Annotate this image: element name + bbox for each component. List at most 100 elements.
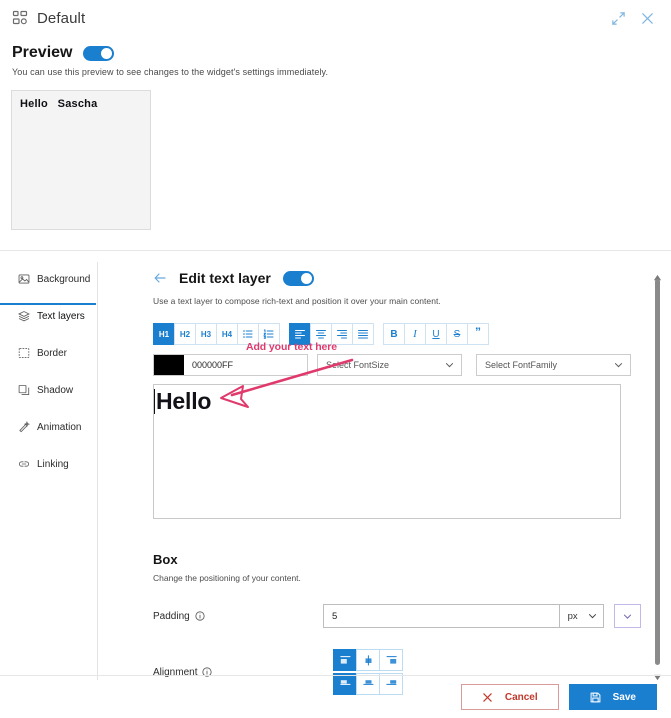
align-center-icon[interactable] <box>310 323 332 345</box>
fontfamily-select-label: Select FontFamily <box>485 360 558 370</box>
sidebar-item-label: Shadow <box>37 384 74 396</box>
align-justify-icon[interactable] <box>352 323 374 345</box>
padding-input[interactable]: 5 <box>322 604 559 628</box>
preview-canvas: Hello Sascha <box>11 90 151 230</box>
preview-header: Preview <box>12 44 115 62</box>
text-layers-icon <box>18 310 30 322</box>
padding-label: Padding <box>153 611 323 622</box>
box-alignment-row-1 <box>333 649 403 671</box>
sidebar-item-linking[interactable]: Linking <box>0 450 97 478</box>
settings-sidebar: Background Text layers Border Shadow Ani… <box>0 265 97 478</box>
format-button-group: B I U S ” <box>383 323 489 345</box>
back-arrow-icon[interactable] <box>153 271 167 285</box>
underline-button[interactable]: U <box>425 323 447 345</box>
alignment-button-group <box>289 323 374 345</box>
align-top-right-icon[interactable] <box>379 649 403 671</box>
editor-content: Hello <box>156 388 212 414</box>
heading-h3-button[interactable]: H3 <box>195 323 217 345</box>
sidebar-item-shadow[interactable]: Shadow <box>0 376 97 404</box>
richtext-toolbar: H1 H2 H3 H4 B I U S ” <box>153 323 641 345</box>
sidebar-divider <box>97 262 98 680</box>
numbered-list-icon[interactable] <box>258 323 280 345</box>
text-color-field[interactable]: 000000FF <box>153 354 308 376</box>
scroll-up-icon[interactable] <box>653 268 662 281</box>
panel-header: Edit text layer <box>153 265 641 291</box>
sidebar-item-animation[interactable]: Animation <box>0 413 97 441</box>
shadow-icon <box>18 384 30 396</box>
dialog-title: Default <box>37 9 86 27</box>
strikethrough-button[interactable]: S <box>446 323 468 345</box>
save-disk-icon <box>590 692 601 702</box>
padding-unit-label: px <box>567 610 578 622</box>
richtext-editor[interactable]: Hello <box>153 384 621 519</box>
padding-unit-select[interactable]: px <box>558 604 605 628</box>
sidebar-item-background[interactable]: Background <box>0 265 97 293</box>
sidebar-item-label: Background <box>37 273 91 285</box>
cancel-button[interactable]: Cancel <box>460 684 559 710</box>
bold-button[interactable]: B <box>383 323 405 345</box>
close-icon[interactable] <box>640 11 655 26</box>
main-scrollbar[interactable] <box>651 268 664 681</box>
align-middle-center-icon[interactable] <box>356 673 380 695</box>
settings-main-panel: Edit text layer Use a text layer to comp… <box>153 265 641 695</box>
editor-heading-text[interactable]: Hello <box>154 385 620 415</box>
align-right-icon[interactable] <box>331 323 353 345</box>
sidebar-item-text-layers[interactable]: Text layers <box>0 302 97 330</box>
sidebar-item-label: Text layers <box>37 310 85 322</box>
heading-button-group: H1 H2 H3 H4 <box>153 323 280 345</box>
fontfamily-select[interactable]: Select FontFamily <box>476 354 631 376</box>
padding-label-text: Padding <box>153 610 190 622</box>
dialog-footer: Cancel Save <box>460 684 657 710</box>
text-caret <box>154 389 155 414</box>
panel-description: Use a text layer to compose rich-text an… <box>153 296 441 306</box>
color-value: 000000FF <box>192 360 234 370</box>
info-icon[interactable] <box>195 611 205 621</box>
box-alignment-row-2 <box>333 673 403 695</box>
italic-button[interactable]: I <box>404 323 426 345</box>
sidebar-item-label: Animation <box>37 421 82 433</box>
align-top-center-icon[interactable] <box>356 649 380 671</box>
widget-settings-dialog: Default Preview You can use this preview… <box>0 0 671 718</box>
preview-title: Preview <box>12 44 73 61</box>
preview-toggle[interactable] <box>83 45 115 61</box>
heading-h1-button[interactable]: H1 <box>153 323 175 345</box>
fontsize-select[interactable]: Select FontSize <box>317 354 462 376</box>
align-left-icon[interactable] <box>289 323 311 345</box>
animation-icon <box>18 421 30 433</box>
align-middle-left-icon[interactable] <box>333 673 357 695</box>
sidebar-item-border[interactable]: Border <box>0 339 97 367</box>
fontsize-select-label: Select FontSize <box>326 360 390 370</box>
text-layer-toggle[interactable] <box>282 270 314 286</box>
align-top-left-icon[interactable] <box>333 649 357 671</box>
panel-title: Edit text layer <box>179 270 271 286</box>
box-section-title: Box <box>153 552 178 567</box>
border-icon <box>18 347 30 359</box>
bullet-list-icon[interactable] <box>237 323 259 345</box>
footer-divider <box>0 675 671 676</box>
sidebar-item-label: Linking <box>37 458 69 470</box>
sidebar-active-indicator <box>0 303 96 305</box>
sidebar-item-label: Border <box>37 347 68 359</box>
align-middle-right-icon[interactable] <box>379 673 403 695</box>
box-section-description: Change the positioning of your content. <box>153 573 301 583</box>
padding-field-row: Padding 5 px <box>153 604 641 628</box>
close-icon <box>483 692 492 702</box>
dialog-titlebar: Default <box>0 0 671 36</box>
chevron-down-icon <box>445 361 454 370</box>
expand-icon[interactable] <box>611 11 626 26</box>
link-icon <box>18 458 30 470</box>
heading-h4-button[interactable]: H4 <box>216 323 238 345</box>
preview-description: You can use this preview to see changes … <box>12 67 329 77</box>
cancel-button-label: Cancel <box>504 691 538 703</box>
heading-h2-button[interactable]: H2 <box>174 323 196 345</box>
scrollbar-thumb[interactable] <box>655 279 660 665</box>
widget-grid-icon <box>12 10 28 26</box>
image-icon <box>18 273 30 285</box>
blockquote-button[interactable]: ” <box>467 323 489 345</box>
padding-expand-select[interactable] <box>614 604 641 628</box>
save-button[interactable]: Save <box>568 684 657 710</box>
color-swatch[interactable] <box>154 355 184 375</box>
chevron-down-icon <box>588 612 597 621</box>
chevron-down-icon <box>614 361 623 370</box>
save-button-label: Save <box>612 691 636 703</box>
